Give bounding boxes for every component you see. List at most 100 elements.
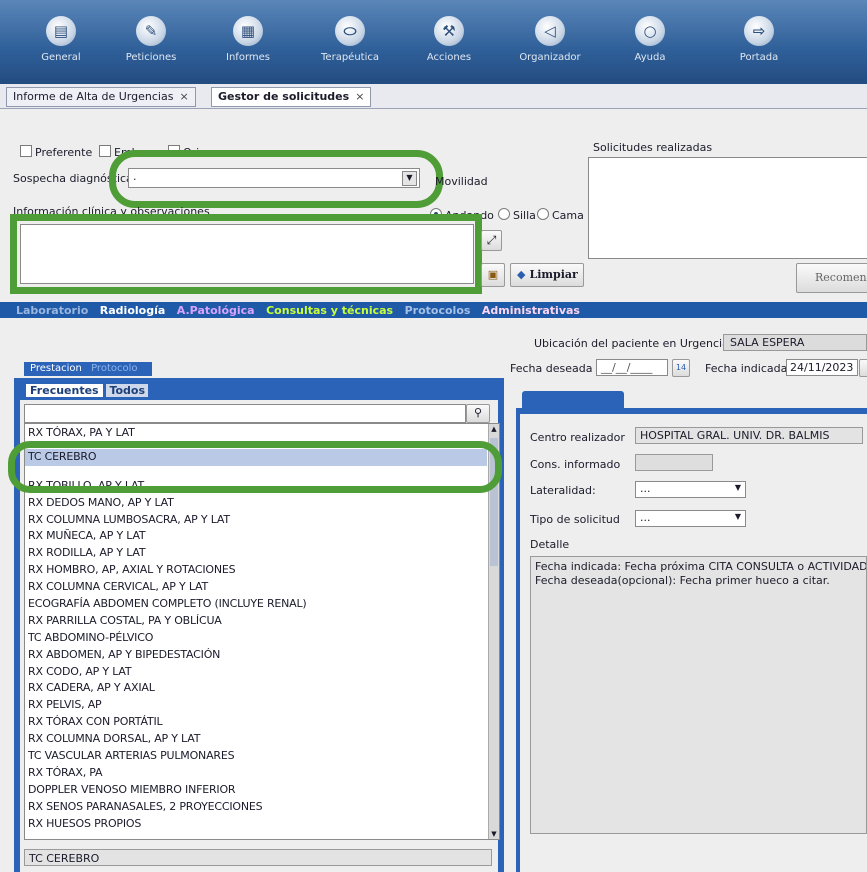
toolbar-peticiones-label: Peticiones (125, 52, 177, 63)
tab-protocolos[interactable]: Protocolos (401, 303, 475, 318)
tab-laboratorio[interactable]: Laboratorio (12, 303, 92, 318)
check-preferente[interactable]: Preferente (20, 145, 92, 159)
list-item[interactable]: RX TÓRAX, PA Y LAT (25, 425, 487, 442)
cons-informado-label: Cons. informado (530, 458, 621, 471)
list-item[interactable]: RX COLUMNA LUMBOSACRA, AP Y LAT (25, 512, 487, 529)
scroll-up-icon[interactable]: ▲ (489, 424, 499, 434)
toolbar-organizador-button[interactable]: ◁ Organizador (510, 6, 590, 63)
list-item[interactable]: RX COLUMNA DORSAL, AP Y LAT (25, 731, 487, 748)
search-icon[interactable]: ⚲ (466, 404, 490, 423)
tab-informe-alta-label: Informe de Alta de Urgencias (13, 90, 174, 103)
list-item[interactable]: RX SENOS PARANASALES, 2 PROYECCIONES (25, 799, 487, 816)
highlight-box-info-clinica (10, 214, 482, 294)
radio-icon (537, 208, 549, 220)
solicitudes-list[interactable] (588, 157, 867, 259)
close-icon[interactable]: × (355, 90, 364, 103)
list-item[interactable]: TC VASCULAR ARTERIAS PULMONARES (25, 748, 487, 765)
checkbox-icon (20, 145, 32, 157)
toolbar-portada-button[interactable]: ⇨ Portada (719, 6, 799, 63)
list-item[interactable]: TC ABDOMINO-PÉLVICO (25, 630, 487, 647)
list-item[interactable]: ECOGRAFÍA ABDOMEN COMPLETO (INCLUYE RENA… (25, 596, 487, 613)
print-icon[interactable]: ▣ (481, 263, 505, 287)
tab-gestor-label: Gestor de solicitudes (218, 90, 350, 103)
tipo-solicitud-value: ... (640, 511, 651, 524)
main-toolbar: ▤ General ✎ Peticiones ▦ Informes ⬭ Terapéut… (0, 0, 867, 84)
list-item[interactable]: RX TÓRAX CON PORTÁTIL (25, 714, 487, 731)
lateralidad-value: ... (640, 482, 651, 495)
list-item[interactable]: RX HOMBRO, AP, AXIAL Y ROTACIONES (25, 562, 487, 579)
search-input[interactable] (24, 404, 466, 423)
close-icon[interactable]: × (179, 90, 188, 103)
detalle-line-2: Fecha deseada(opcional): Fecha primer hu… (535, 574, 830, 587)
recomendar-label: Recomen (815, 271, 867, 284)
radio-silla[interactable]: Silla (498, 208, 536, 222)
recomendar-button[interactable]: Recomen (796, 263, 867, 293)
cons-informado-field (635, 454, 713, 471)
tab-todos[interactable]: Todos (106, 384, 149, 397)
list-item[interactable]: RX CADERA, AP Y AXIAL (25, 680, 487, 697)
tab-gestor-solicitudes[interactable]: Gestor de solicitudes × (211, 87, 372, 107)
radio-cama[interactable]: Cama (537, 208, 584, 222)
list-item[interactable]: RX CODO, AP Y LAT (25, 664, 487, 681)
list-item[interactable]: RX PELVIS, AP (25, 697, 487, 714)
toolbar-portada-label: Portada (739, 52, 779, 63)
scroll-down-icon[interactable]: ▼ (489, 829, 499, 839)
list-item[interactable]: RX COLUMNA CERVICAL, AP Y LAT (25, 579, 487, 596)
tab-prestacion[interactable]: Prestacion (24, 363, 88, 374)
list-item[interactable]: RX DEDOS MANO, AP Y LAT (25, 495, 487, 512)
toolbar-terapeutica-label: Terapéutica (321, 52, 379, 63)
radio-silla-label: Silla (513, 209, 536, 222)
selected-prestacion-value: TC CEREBRO (29, 852, 100, 865)
list-item[interactable]: RX ABDOMEN, AP Y BIPEDESTACIÓN (25, 647, 487, 664)
expand-icon[interactable]: ⤢ (481, 230, 502, 251)
movilidad-label: Movilidad (435, 175, 488, 188)
fecha-deseada-input[interactable]: __/__/____ (596, 359, 668, 376)
list-item[interactable]: RX HUESOS PROPIOS (25, 816, 487, 833)
document-icon: ▦ (233, 16, 263, 46)
lateralidad-select[interactable]: ... ▼ (635, 481, 746, 498)
list-item[interactable]: RX PARRILLA COSTAL, PA Y OBLÍCUA (25, 613, 487, 630)
calendar-icon[interactable] (859, 359, 867, 377)
list-item[interactable]: RX MUÑECA, AP Y LAT (25, 528, 487, 545)
section-tabs: Laboratorio Radiología A.Patológica Cons… (12, 303, 584, 318)
detalle-textarea[interactable]: Fecha indicada: Fecha próxima CITA CONSU… (530, 556, 867, 834)
toolbar-general-button[interactable]: ▤ General (21, 6, 101, 63)
checkbox-icon (99, 145, 111, 157)
tab-frecuentes[interactable]: Frecuentes (26, 384, 103, 397)
solicitudes-label: Solicitudes realizadas (593, 141, 713, 154)
calendar-icon[interactable]: 14 (672, 359, 690, 377)
highlight-ring-tc-cerebro (8, 441, 502, 493)
limpiar-button[interactable]: ◆ Limpiar (510, 263, 584, 287)
list-item[interactable]: RX TÓRAX, PA (25, 765, 487, 782)
tab-a-patologica[interactable]: A.Patológica (173, 303, 259, 318)
exit-icon: ⇨ (744, 16, 774, 46)
sub-tab-bar: Prestacion Protocolo (24, 362, 152, 376)
tipo-solicitud-select[interactable]: ... ▼ (635, 510, 746, 527)
fecha-indicada-input[interactable]: 24/11/2023 (786, 359, 858, 376)
toolbar-acciones-button[interactable]: ⚒ Acciones (409, 6, 489, 63)
list-item[interactable]: RX RODILLA, AP Y LAT (25, 545, 487, 562)
pill-icon: ⬭ (335, 16, 365, 46)
toolbar-informes-label: Informes (226, 52, 270, 63)
tab-protocolo[interactable]: Protocolo (91, 363, 137, 374)
tab-radiologia[interactable]: Radiología (95, 303, 170, 318)
list-item[interactable]: DOPPLER VENOSO MIEMBRO INFERIOR (25, 782, 487, 799)
radio-cama-label: Cama (552, 209, 584, 222)
check-preferente-label: Preferente (35, 146, 93, 159)
selected-prestacion-field[interactable]: TC CEREBRO (24, 849, 492, 866)
tipo-solicitud-label: Tipo de solicitud (530, 513, 620, 526)
sub-sub-tabs: Frecuentes Todos (26, 384, 149, 398)
toolbar-ayuda-button[interactable]: ○ Ayuda (610, 6, 690, 63)
tab-consultas-tecnicas[interactable]: Consultas y técnicas (262, 303, 397, 318)
toolbar-informes-button[interactable]: ▦ Informes (208, 6, 288, 63)
centro-label: Centro realizador (530, 431, 625, 444)
general-icon: ▤ (46, 16, 76, 46)
toolbar-terapeutica-button[interactable]: ⬭ Terapéutica (310, 6, 390, 63)
fecha-indicada-value: 24/11/2023 (790, 361, 854, 374)
ubicacion-label: Ubicación del paciente en Urgencias (534, 337, 735, 350)
tab-informe-alta[interactable]: Informe de Alta de Urgencias × (6, 87, 196, 107)
toolbar-peticiones-button[interactable]: ✎ Peticiones (111, 6, 191, 63)
tab-administrativas[interactable]: Administrativas (478, 303, 584, 318)
help-bubble-icon: ○ (635, 16, 665, 46)
detail-tab[interactable] (522, 391, 624, 409)
